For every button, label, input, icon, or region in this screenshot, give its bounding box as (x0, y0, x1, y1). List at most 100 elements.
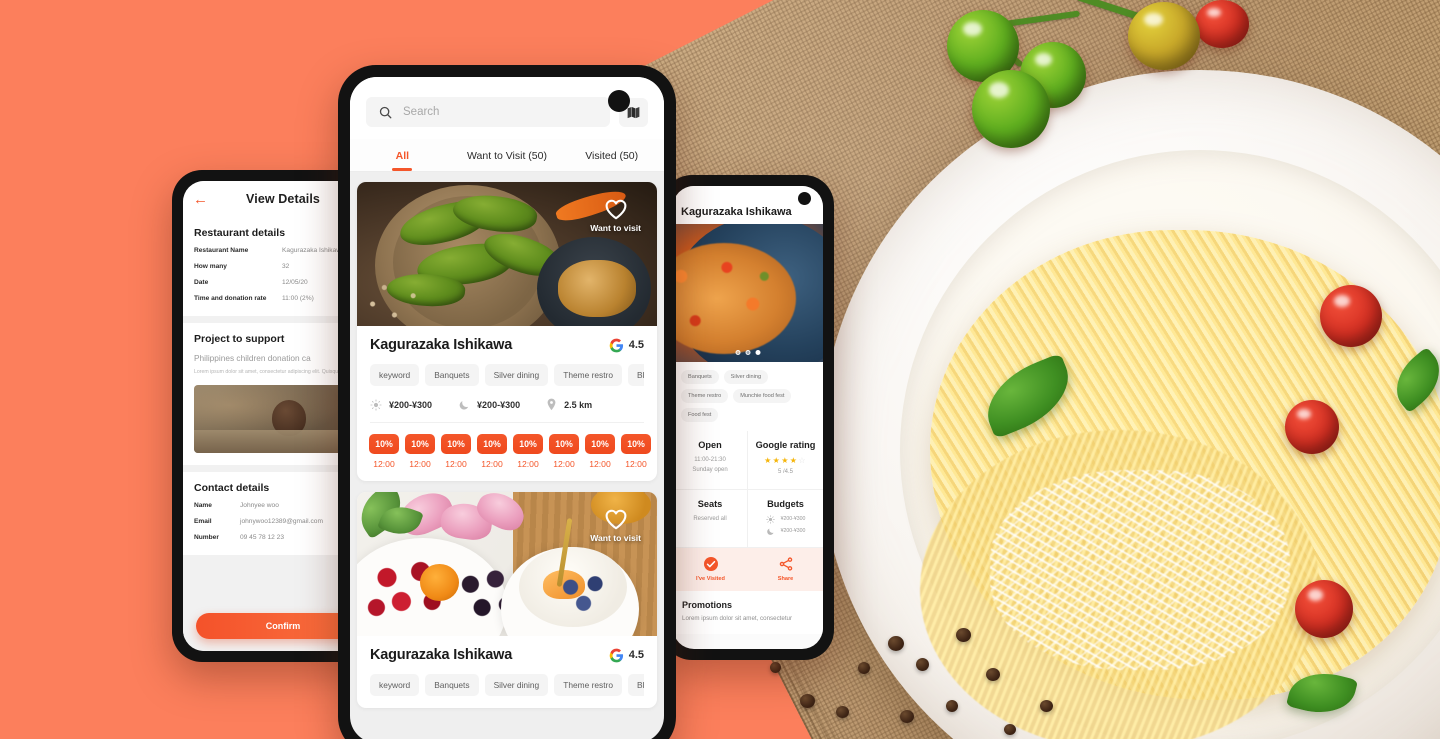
detail-value: 32 (282, 262, 290, 270)
tag-chip[interactable]: Theme restro (681, 389, 729, 403)
want-to-visit-toggle[interactable]: Want to visit (590, 198, 641, 233)
tab-want-to-visit[interactable]: Want to Visit (50) (455, 139, 560, 171)
tag-chip[interactable]: Silver dining (723, 370, 769, 384)
deal-item[interactable]: 10% 12:00 (441, 434, 471, 469)
google-rating-cell: Google rating ★★★★☆ 5 /4.5 (748, 431, 823, 490)
search-input[interactable]: Search (366, 97, 610, 127)
card-title-row: Kagurazaka Ishikawa 4.5 (370, 337, 644, 353)
open-line-1: 11:00-21:30 (694, 457, 726, 463)
peppercorn (1004, 724, 1016, 735)
want-to-visit-toggle[interactable]: Want to visit (590, 508, 641, 543)
deal-item[interactable]: 10% 12:00 (405, 434, 435, 469)
peppercorn (986, 668, 1000, 681)
budgets-cell: Budgets ¥200-¥300 ¥200-¥300 (748, 490, 823, 548)
restaurant-card[interactable]: Want to visit Kagurazaka Ishikawa 4.5 ke… (357, 492, 657, 708)
center-phone-screen: Search All Want to Visit (50) Visited (5… (350, 77, 664, 739)
deal-time: 12:00 (481, 459, 503, 469)
chip[interactable]: Silver dining (484, 674, 549, 696)
moon-icon (459, 400, 469, 410)
peppercorn (946, 700, 958, 712)
chip[interactable]: keyword (370, 364, 420, 386)
seats-heading: Seats (697, 498, 723, 509)
deal-time: 12:00 (409, 459, 431, 469)
tag-chip[interactable]: Food fest (681, 408, 719, 422)
carousel-dot[interactable] (735, 350, 741, 355)
filter-tabs: All Want to Visit (50) Visited (50) (350, 139, 664, 172)
deal-item[interactable]: 10% 12:00 (621, 434, 651, 469)
restaurant-feed[interactable]: Want to visit Kagurazaka Ishikawa 4.5 ke… (350, 172, 664, 708)
card-chip-list: keyword Banquets Silver dining Theme res… (370, 674, 644, 708)
yellow-tomato (1128, 2, 1200, 70)
budgets-heading: Budgets (767, 498, 804, 509)
star-rating: ★★★★☆ (764, 456, 807, 465)
green-tomato (972, 70, 1050, 148)
card-deal-list: 10% 12:00 10% 12:00 10% 12:00 10% 12:00 (357, 423, 657, 481)
tag-chip[interactable]: Munchie food fest (733, 389, 792, 403)
restaurant-hero-image[interactable] (673, 224, 823, 362)
peppercorn (956, 628, 971, 642)
budget-day-value: ¥200-¥300 (780, 516, 806, 523)
chip[interactable]: Theme restro (554, 674, 623, 696)
cherry-tomato-red (1285, 400, 1339, 454)
card-hero-image[interactable]: Want to visit (357, 182, 657, 326)
camera-punch-hole (798, 192, 811, 205)
carousel-dot-active[interactable] (755, 350, 761, 355)
deal-time: 12:00 (589, 459, 611, 469)
share-icon (779, 556, 792, 571)
tag-chip[interactable]: Banquets (681, 370, 719, 384)
deal-percent: 10% (549, 434, 579, 454)
camera-punch-hole (608, 90, 630, 112)
share-label: Share (777, 575, 794, 582)
grated-cheese (990, 470, 1290, 670)
deal-item[interactable]: 10% 12:00 (549, 434, 579, 469)
deal-percent: 10% (405, 434, 435, 454)
restaurant-info-grid: Open 11:00-21:30 Sunday open Google rati… (673, 431, 823, 548)
meta-distance: 2.5 km (546, 398, 592, 411)
card-info: Kagurazaka Ishikawa 4.5 keyword Banquets… (357, 326, 657, 423)
meta-distance-value: 2.5 km (564, 399, 593, 410)
search-placeholder: Search (403, 106, 440, 118)
deal-percent: 10% (621, 434, 651, 454)
google-rating: 4.5 (609, 338, 644, 353)
peppercorn (1040, 700, 1053, 712)
want-to-visit-label: Want to visit (590, 533, 641, 543)
restaurant-card[interactable]: Want to visit Kagurazaka Ishikawa 4.5 ke… (357, 182, 657, 481)
search-icon (379, 106, 392, 118)
tab-visited[interactable]: Visited (50) (559, 139, 664, 171)
peppercorn (888, 636, 904, 651)
detail-value: Kagurazaka Ishikawa (282, 247, 345, 254)
ive-visited-button[interactable]: I've Visited (673, 548, 748, 591)
chip[interactable]: Silver dining (484, 364, 549, 386)
google-rating: 4.5 (609, 648, 644, 663)
peppercorn (800, 694, 815, 708)
share-button[interactable]: Share (748, 548, 823, 591)
chip[interactable]: Banquets (425, 364, 479, 386)
peppercorn (858, 662, 870, 674)
chip[interactable]: Theme restro (554, 364, 623, 386)
carousel-dots[interactable] (735, 350, 761, 355)
restaurant-title-bar: Kagurazaka Ishikawa (673, 186, 823, 224)
deal-item[interactable]: 10% 12:00 (369, 434, 399, 469)
rating-value: 4.5 (628, 339, 644, 351)
detail-label: How many (194, 262, 227, 270)
tab-all[interactable]: All (350, 139, 455, 171)
detail-label: Restaurant Name (194, 247, 249, 254)
peppercorn (916, 658, 929, 671)
chip[interactable]: keyword (370, 674, 420, 696)
card-hero-image[interactable]: Want to visit (357, 492, 657, 636)
google-rating-value: 5 /4.5 (777, 469, 793, 475)
deal-item[interactable]: 10% 12:00 (513, 434, 543, 469)
chip[interactable]: Bloom (628, 674, 644, 696)
deal-percent: 10% (441, 434, 471, 454)
deal-time: 12:00 (373, 459, 395, 469)
meta-day-value: ¥200-¥300 (389, 399, 433, 410)
deal-item[interactable]: 10% 12:00 (585, 434, 615, 469)
restaurant-action-bar: I've Visited Share (673, 547, 823, 591)
moon-icon (766, 528, 774, 535)
open-heading: Open (698, 440, 722, 450)
chip[interactable]: Bloom (628, 364, 644, 386)
rating-value: 4.5 (628, 649, 644, 661)
carousel-dot[interactable] (745, 350, 751, 355)
deal-item[interactable]: 10% 12:00 (477, 434, 507, 469)
chip[interactable]: Banquets (425, 674, 479, 696)
